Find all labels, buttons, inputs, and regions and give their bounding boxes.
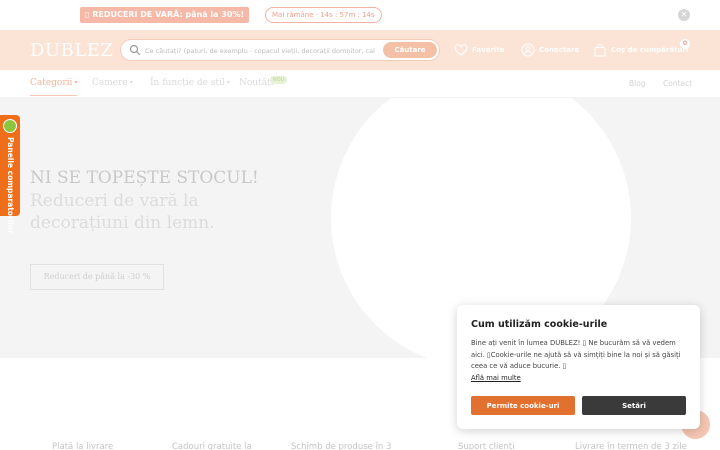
favorites-link[interactable]: Favorite	[454, 43, 504, 57]
favorites-label: Favorite	[472, 46, 505, 54]
cart-count-badge: 0	[680, 39, 690, 49]
promo-label[interactable]: ▯ REDUCERI DE VARĂ: până la 30%!	[80, 7, 250, 23]
compare-icon	[3, 119, 17, 133]
feature-item: Livrare în termen de 3 zile	[575, 442, 687, 450]
hero-cta-button[interactable]: Reduceri de până la -30 %	[30, 264, 164, 290]
promo-countdown: Mai rămâne · 14s : 57m : 14s	[265, 7, 382, 23]
chevron-down-icon: ▾	[74, 79, 78, 86]
cookie-settings-button[interactable]: Setări	[582, 396, 686, 415]
compare-tab-label: Panelle comparatorilor	[6, 137, 15, 234]
promo-bar: ▯ REDUCERI DE VARĂ: până la 30%! Mai răm…	[0, 0, 720, 30]
chevron-down-icon: ▾	[226, 79, 230, 86]
nav-item-label: Camere	[92, 78, 128, 88]
nav-item-new[interactable]: Noutăți	[239, 78, 274, 88]
search-icon	[129, 44, 141, 56]
close-icon[interactable]: ✕	[678, 9, 690, 21]
nav-link-contact[interactable]: Contact	[663, 79, 692, 88]
nav-link-blog[interactable]: Blog	[629, 79, 646, 88]
feature-item: Schimb de produse în 3	[291, 442, 392, 450]
chevron-down-icon: ▾	[129, 79, 133, 86]
features-row: Plată la livrare Cadouri gratuite la Sch…	[0, 430, 720, 450]
site-header: DUBLEZ Căutare Favorite Conectare Coș de…	[0, 30, 720, 70]
main-nav: Categorii ▾ Camere ▾ În funcție de stil ▾ N…	[0, 70, 720, 98]
heart-icon	[454, 44, 468, 56]
search-input[interactable]	[145, 43, 381, 58]
shopping-bag-icon	[594, 43, 606, 57]
account-link[interactable]: Conectare	[521, 43, 579, 57]
feature-item: Suport clienți	[458, 442, 515, 450]
nav-item-label: Noutăți	[239, 78, 274, 88]
hero-eyebrow: NI SE TOPEȘTE STOCUL!	[30, 168, 259, 188]
cart-label: Coș de cumpărături	[611, 46, 689, 54]
cookie-consent-modal: Cum utilizăm cookie-urile Bine ați venit…	[457, 305, 700, 429]
site-logo[interactable]: DUBLEZ	[30, 40, 113, 61]
search-box: Căutare	[120, 39, 440, 61]
hero-title: Reduceri de vară la decorațiuni din lemn…	[30, 191, 215, 233]
feature-item: Plată la livrare	[52, 442, 114, 450]
nav-item-rooms[interactable]: Camere ▾	[92, 78, 133, 88]
cookie-text: Bine ați venit în lumea DUBLEZ! ▯ Ne buc…	[471, 339, 681, 370]
cart-link[interactable]: Coș de cumpărături	[593, 43, 688, 57]
accept-cookies-button[interactable]: Permite cookie-uri	[471, 396, 575, 415]
cookie-title: Cum utilizăm cookie-urile	[471, 319, 608, 330]
account-label: Conectare	[539, 46, 580, 54]
user-icon	[521, 43, 535, 57]
feature-item: Cadouri gratuite la	[172, 442, 252, 450]
nav-item-label: Categorii	[30, 78, 73, 88]
nav-item-categories[interactable]: Categorii ▾	[30, 78, 78, 96]
cookie-learn-more-link[interactable]: Află mai multe	[471, 374, 521, 382]
compare-panel-tab[interactable]: Panelle comparatorilor	[0, 115, 20, 234]
search-button[interactable]: Căutare	[383, 42, 437, 58]
new-badge: NOU	[270, 76, 288, 84]
nav-item-by-style[interactable]: În funcție de stil ▾	[150, 78, 230, 88]
nav-item-label: În funcție de stil	[150, 78, 225, 88]
